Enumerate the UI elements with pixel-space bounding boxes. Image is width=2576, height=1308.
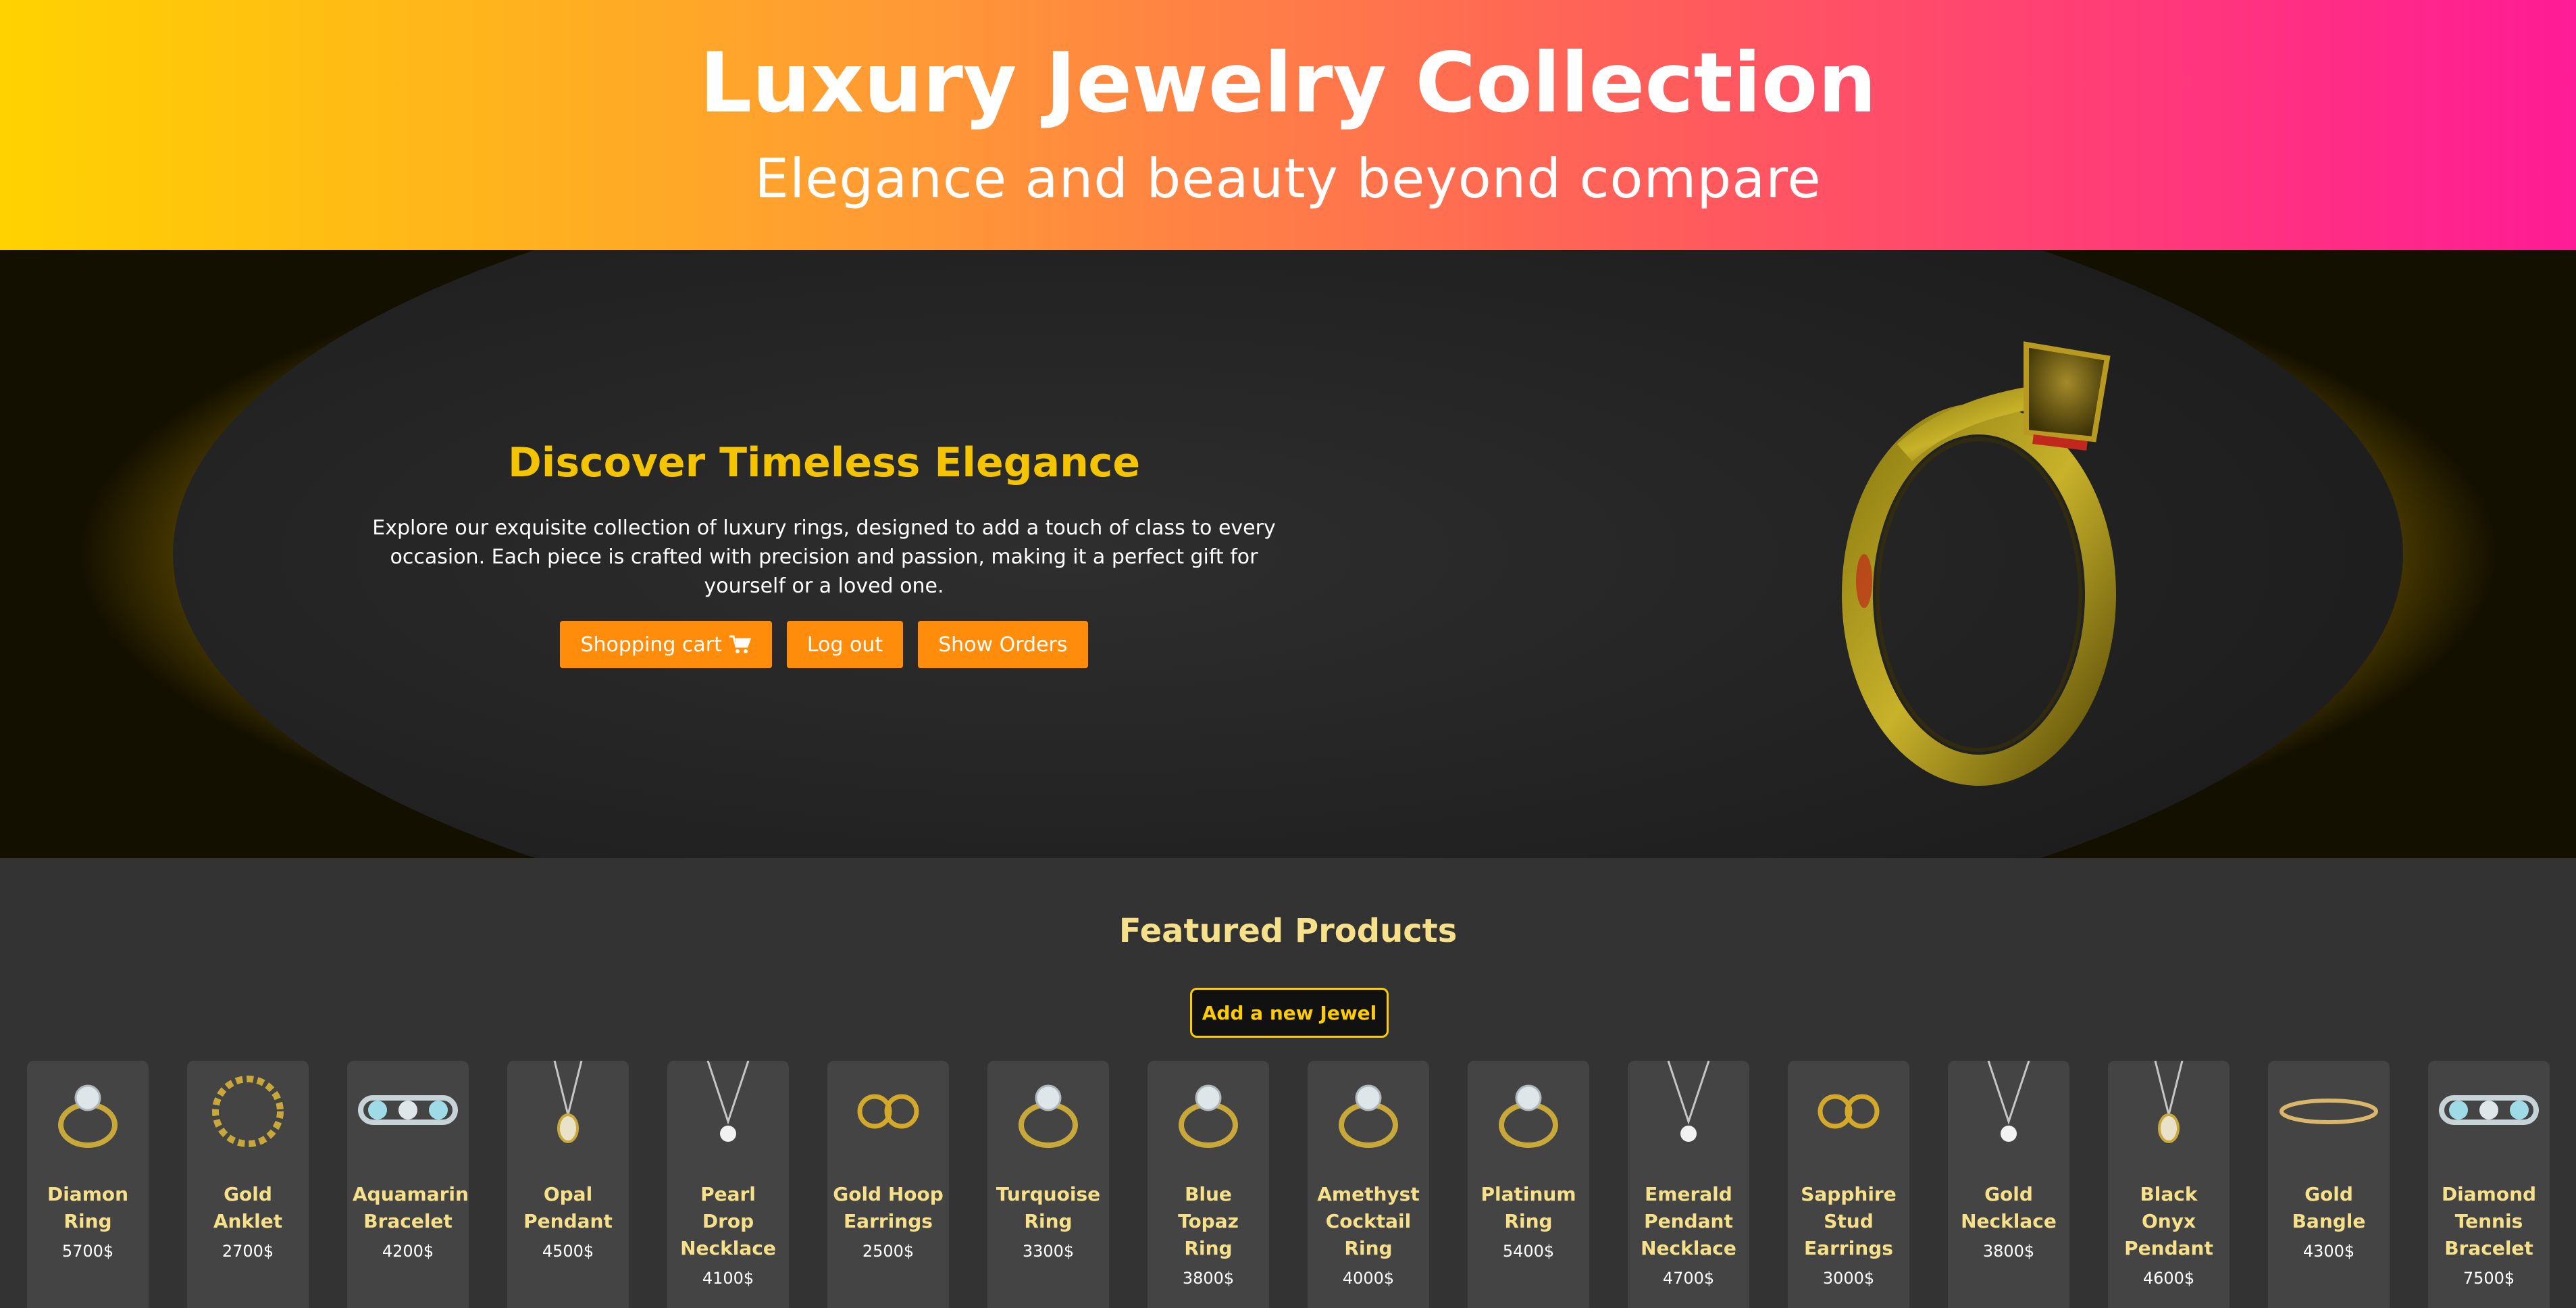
hero-description: Explore our exquisite collection of luxu… (372, 516, 1276, 598)
anklet-icon (187, 1061, 309, 1162)
pendant-icon (507, 1061, 629, 1162)
log-out-button[interactable]: Log out (786, 621, 904, 668)
product-price: 4700$ (1662, 1269, 1715, 1288)
shopping-cart-label: Shopping cart (580, 632, 722, 657)
bracelet-icon (2428, 1061, 2550, 1162)
product-card[interactable]: Amethyst Cocktail Ring 4000$ (1308, 1061, 1429, 1308)
ring-icon (1468, 1061, 1589, 1162)
hero-title: Discover Timeless Elegance (507, 439, 1141, 486)
bracelet-icon (347, 1061, 469, 1162)
page-subtitle: Elegance and beauty beyond compare (754, 147, 1822, 210)
add-jewel-button[interactable]: Add a new Jewel (1190, 988, 1389, 1038)
product-price: 3800$ (1182, 1269, 1235, 1288)
product-card[interactable]: Sapphire Stud Earrings 3000$ (1788, 1061, 1909, 1308)
product-name: Pearl Drop Necklace 4100$ (667, 1181, 789, 1292)
product-price: 7500$ (2463, 1269, 2515, 1288)
featured-products-section: Featured Products Add a new Jewel Diamon… (0, 858, 2576, 1308)
hero-buttons: Shopping cart Log out Show Orders (351, 621, 1297, 668)
necklace-icon (1948, 1061, 2069, 1162)
product-name: Diamond Tennis Bracelet 7500$ (2428, 1181, 2550, 1292)
page-title: Luxury Jewelry Collection (699, 35, 1877, 131)
bangle-icon (2268, 1061, 2390, 1162)
product-card[interactable]: Turquoise Ring 3300$ (987, 1061, 1109, 1308)
product-price: 5700$ (61, 1242, 114, 1261)
product-price: 3800$ (1982, 1242, 2035, 1261)
product-name: Emerald Pendant Necklace 4700$ (1628, 1181, 1749, 1292)
hero-ring-image (1824, 304, 2148, 790)
necklace-icon (667, 1061, 789, 1162)
product-name: Diamon Ring 5700$ (27, 1181, 149, 1265)
product-name: Aquamarine Bracelet 4200$ (347, 1181, 469, 1265)
product-name: Turquoise Ring 3300$ (987, 1181, 1109, 1265)
earrings-icon (1788, 1061, 1909, 1162)
cart-icon (729, 635, 752, 653)
product-name: Platinum Ring 5400$ (1468, 1181, 1589, 1265)
show-orders-button[interactable]: Show Orders (918, 621, 1088, 668)
product-card[interactable]: Aquamarine Bracelet 4200$ (347, 1061, 469, 1308)
ring-icon (1308, 1061, 1429, 1162)
product-price: 4300$ (2302, 1242, 2355, 1261)
product-card[interactable]: Emerald Pendant Necklace 4700$ (1628, 1061, 1749, 1308)
product-price: 2500$ (862, 1242, 915, 1261)
page-header: Luxury Jewelry Collection Elegance and b… (0, 0, 2576, 250)
product-name: Gold Anklet 2700$ (187, 1181, 309, 1265)
necklace-icon (1628, 1061, 1749, 1162)
product-card[interactable]: Gold Bangle 4300$ (2268, 1061, 2390, 1308)
product-card[interactable]: Blue Topaz Ring 3800$ (1148, 1061, 1269, 1308)
shopping-cart-button[interactable]: Shopping cart (560, 621, 772, 668)
product-price: 3000$ (1822, 1269, 1875, 1288)
product-card[interactable]: Black Onyx Pendant 4600$ (2108, 1061, 2230, 1308)
product-name: Gold Bangle 4300$ (2268, 1181, 2390, 1265)
ring-icon (1148, 1061, 1269, 1162)
product-name: Opal Pendant 4500$ (507, 1181, 629, 1265)
product-card[interactable]: Pearl Drop Necklace 4100$ (667, 1061, 789, 1308)
product-name: Gold Hoop Earrings 2500$ (827, 1181, 949, 1265)
ring-icon (987, 1061, 1109, 1162)
product-card[interactable]: Opal Pendant 4500$ (507, 1061, 629, 1308)
product-name: Blue Topaz Ring 3800$ (1148, 1181, 1269, 1292)
hero-section: Discover Timeless Elegance Explore our e… (0, 250, 2576, 858)
product-name: Sapphire Stud Earrings 3000$ (1788, 1181, 1909, 1292)
product-price: 4500$ (542, 1242, 594, 1261)
product-name: Amethyst Cocktail Ring 4000$ (1308, 1181, 1429, 1292)
product-price: 5400$ (1502, 1242, 1555, 1261)
product-name: Gold Necklace 3800$ (1948, 1181, 2069, 1265)
product-price: 3300$ (1022, 1242, 1075, 1261)
ring-icon (27, 1061, 149, 1162)
product-price: 2700$ (222, 1242, 274, 1261)
product-name: Black Onyx Pendant 4600$ (2108, 1181, 2230, 1292)
product-price: 4100$ (702, 1269, 754, 1288)
featured-products-title: Featured Products (1118, 912, 1458, 950)
product-card[interactable]: Platinum Ring 5400$ (1468, 1061, 1589, 1308)
product-price: 4600$ (2142, 1269, 2195, 1288)
earrings-icon (827, 1061, 949, 1162)
product-card[interactable]: Diamond Tennis Bracelet 7500$ (2428, 1061, 2550, 1308)
product-card[interactable]: Diamon Ring 5700$ (27, 1061, 149, 1308)
product-grid: Diamon Ring 5700$ Gold Anklet 2700$ Aquamari… (27, 1061, 2576, 1308)
product-card[interactable]: Gold Necklace 3800$ (1948, 1061, 2069, 1308)
pendant-icon (2108, 1061, 2230, 1162)
product-price: 4000$ (1342, 1269, 1395, 1288)
product-card[interactable]: Gold Hoop Earrings 2500$ (827, 1061, 949, 1308)
product-card[interactable]: Gold Anklet 2700$ (187, 1061, 309, 1308)
hero-content: Discover Timeless Elegance Explore our e… (351, 439, 1297, 668)
product-price: 4200$ (382, 1242, 434, 1261)
